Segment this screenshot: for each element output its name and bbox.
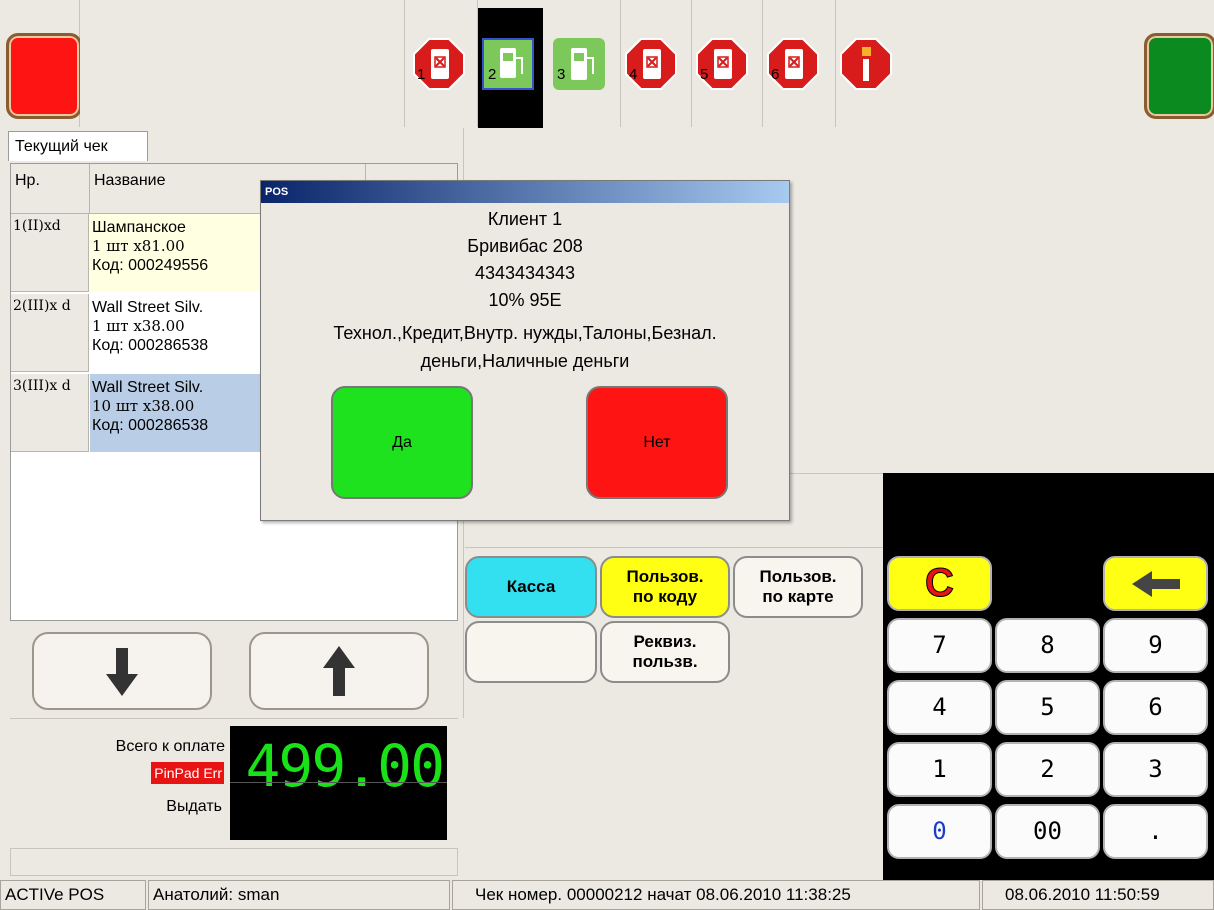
clear-key-label: C bbox=[925, 561, 955, 606]
key-decimal[interactable]: . bbox=[1103, 804, 1208, 859]
status-user: Анатолий: sman bbox=[148, 880, 450, 910]
arrow-down-icon bbox=[106, 648, 138, 696]
user-by-card-line1: Пользов. bbox=[759, 567, 837, 586]
key-7[interactable]: 7 bbox=[887, 618, 992, 673]
change-label: Выдать bbox=[166, 798, 222, 815]
user-details-line2: пользв. bbox=[632, 652, 698, 671]
user-details-line1: Реквиз. bbox=[633, 632, 697, 651]
pump-5-blocked-icon[interactable]: 5 bbox=[696, 38, 748, 90]
user-by-code-line1: Пользов. bbox=[626, 567, 704, 586]
total-value: 499.00 bbox=[245, 732, 445, 800]
dialog-client-address: Бривибас 208 bbox=[467, 236, 583, 256]
arrow-up-icon bbox=[323, 646, 355, 696]
key-2[interactable]: 2 bbox=[995, 742, 1100, 797]
key-0[interactable]: 0 bbox=[887, 804, 992, 859]
backspace-arrow-icon bbox=[1131, 571, 1180, 597]
scroll-down-button[interactable] bbox=[32, 632, 212, 710]
bottom-info-strip bbox=[10, 848, 458, 876]
row-number: 3(III)x d bbox=[11, 374, 89, 452]
dialog-discount: 10% 95E bbox=[488, 290, 562, 310]
clear-key[interactable]: C bbox=[887, 556, 992, 611]
scroll-up-button[interactable] bbox=[249, 632, 429, 710]
user-by-card-button[interactable]: Пользов. по карте bbox=[733, 556, 863, 618]
key-5[interactable]: 5 bbox=[995, 680, 1100, 735]
empty-action-button[interactable] bbox=[465, 621, 597, 683]
keypad-display bbox=[883, 473, 1214, 548]
pump-1-blocked-icon[interactable]: 1 bbox=[413, 38, 465, 90]
row-number: 2(III)x d bbox=[11, 294, 89, 372]
green-start-button[interactable] bbox=[1144, 33, 1214, 119]
key-3[interactable]: 3 bbox=[1103, 742, 1208, 797]
pump-1-number: 1 bbox=[417, 66, 426, 83]
pump-4-blocked-icon[interactable]: 4 bbox=[625, 38, 677, 90]
pump-3-number: 3 bbox=[557, 66, 566, 83]
status-datetime: 08.06.2010 11:50:59 bbox=[982, 880, 1214, 910]
top-empty-cell bbox=[80, 0, 405, 127]
tab-current-receipt[interactable]: Текущий чек bbox=[8, 131, 148, 161]
total-display: 499.00 bbox=[230, 726, 447, 840]
dialog-payment-types-1: Технол.,Кредит,Внутр. нужды,Талоны,Безна… bbox=[333, 323, 717, 343]
key-9[interactable]: 9 bbox=[1103, 618, 1208, 673]
key-1[interactable]: 1 bbox=[887, 742, 992, 797]
total-label: Всего к оплате bbox=[115, 738, 225, 755]
pump-5-number: 5 bbox=[700, 66, 709, 83]
row-number: 1(II)xd bbox=[11, 214, 89, 292]
column-header-nr: Нр. bbox=[11, 164, 90, 214]
key-6[interactable]: 6 bbox=[1103, 680, 1208, 735]
red-stop-button[interactable] bbox=[6, 33, 82, 119]
pump-2-available-icon[interactable]: 2 bbox=[482, 38, 534, 90]
pump-4-number: 4 bbox=[629, 66, 638, 83]
pump-2-number: 2 bbox=[488, 66, 497, 83]
user-by-code-line2: по коду bbox=[632, 587, 698, 606]
user-by-code-button[interactable]: Пользов. по коду bbox=[600, 556, 730, 618]
key-8[interactable]: 8 bbox=[995, 618, 1100, 673]
dialog-client-code: 4343434343 bbox=[474, 263, 576, 283]
user-by-card-line2: по карте bbox=[762, 587, 834, 606]
key-00[interactable]: 00 bbox=[995, 804, 1100, 859]
user-details-button[interactable]: Реквиз. пользв. bbox=[600, 621, 730, 683]
status-app-name: ACTIVe POS bbox=[0, 880, 146, 910]
backspace-key[interactable] bbox=[1103, 556, 1208, 611]
pinpad-error-badge: PinPad Err bbox=[151, 762, 224, 784]
client-dialog: POS Клиент 1 Бривибас 208 4343434343 10%… bbox=[260, 180, 790, 521]
stop-all-pumps-icon[interactable] bbox=[840, 38, 892, 90]
yes-button[interactable]: Да bbox=[331, 386, 473, 499]
kassa-button[interactable]: Касса bbox=[465, 556, 597, 618]
status-receipt-info: Чек номер. 00000212 начат 08.06.2010 11:… bbox=[452, 880, 980, 910]
dialog-title: POS bbox=[261, 181, 789, 203]
dialog-client-name: Клиент 1 bbox=[487, 209, 563, 229]
numeric-keypad: C 7 8 9 4 5 6 1 2 3 0 00 . bbox=[883, 548, 1214, 880]
dialog-payment-types-2: деньги,Наличные деньги bbox=[420, 351, 630, 371]
pump-6-blocked-icon[interactable]: 6 bbox=[767, 38, 819, 90]
pump-3-available-icon[interactable]: 3 bbox=[553, 38, 605, 90]
pump-6-number: 6 bbox=[771, 66, 780, 83]
display-divider bbox=[230, 782, 447, 783]
key-4[interactable]: 4 bbox=[887, 680, 992, 735]
no-button[interactable]: Нет bbox=[586, 386, 728, 499]
